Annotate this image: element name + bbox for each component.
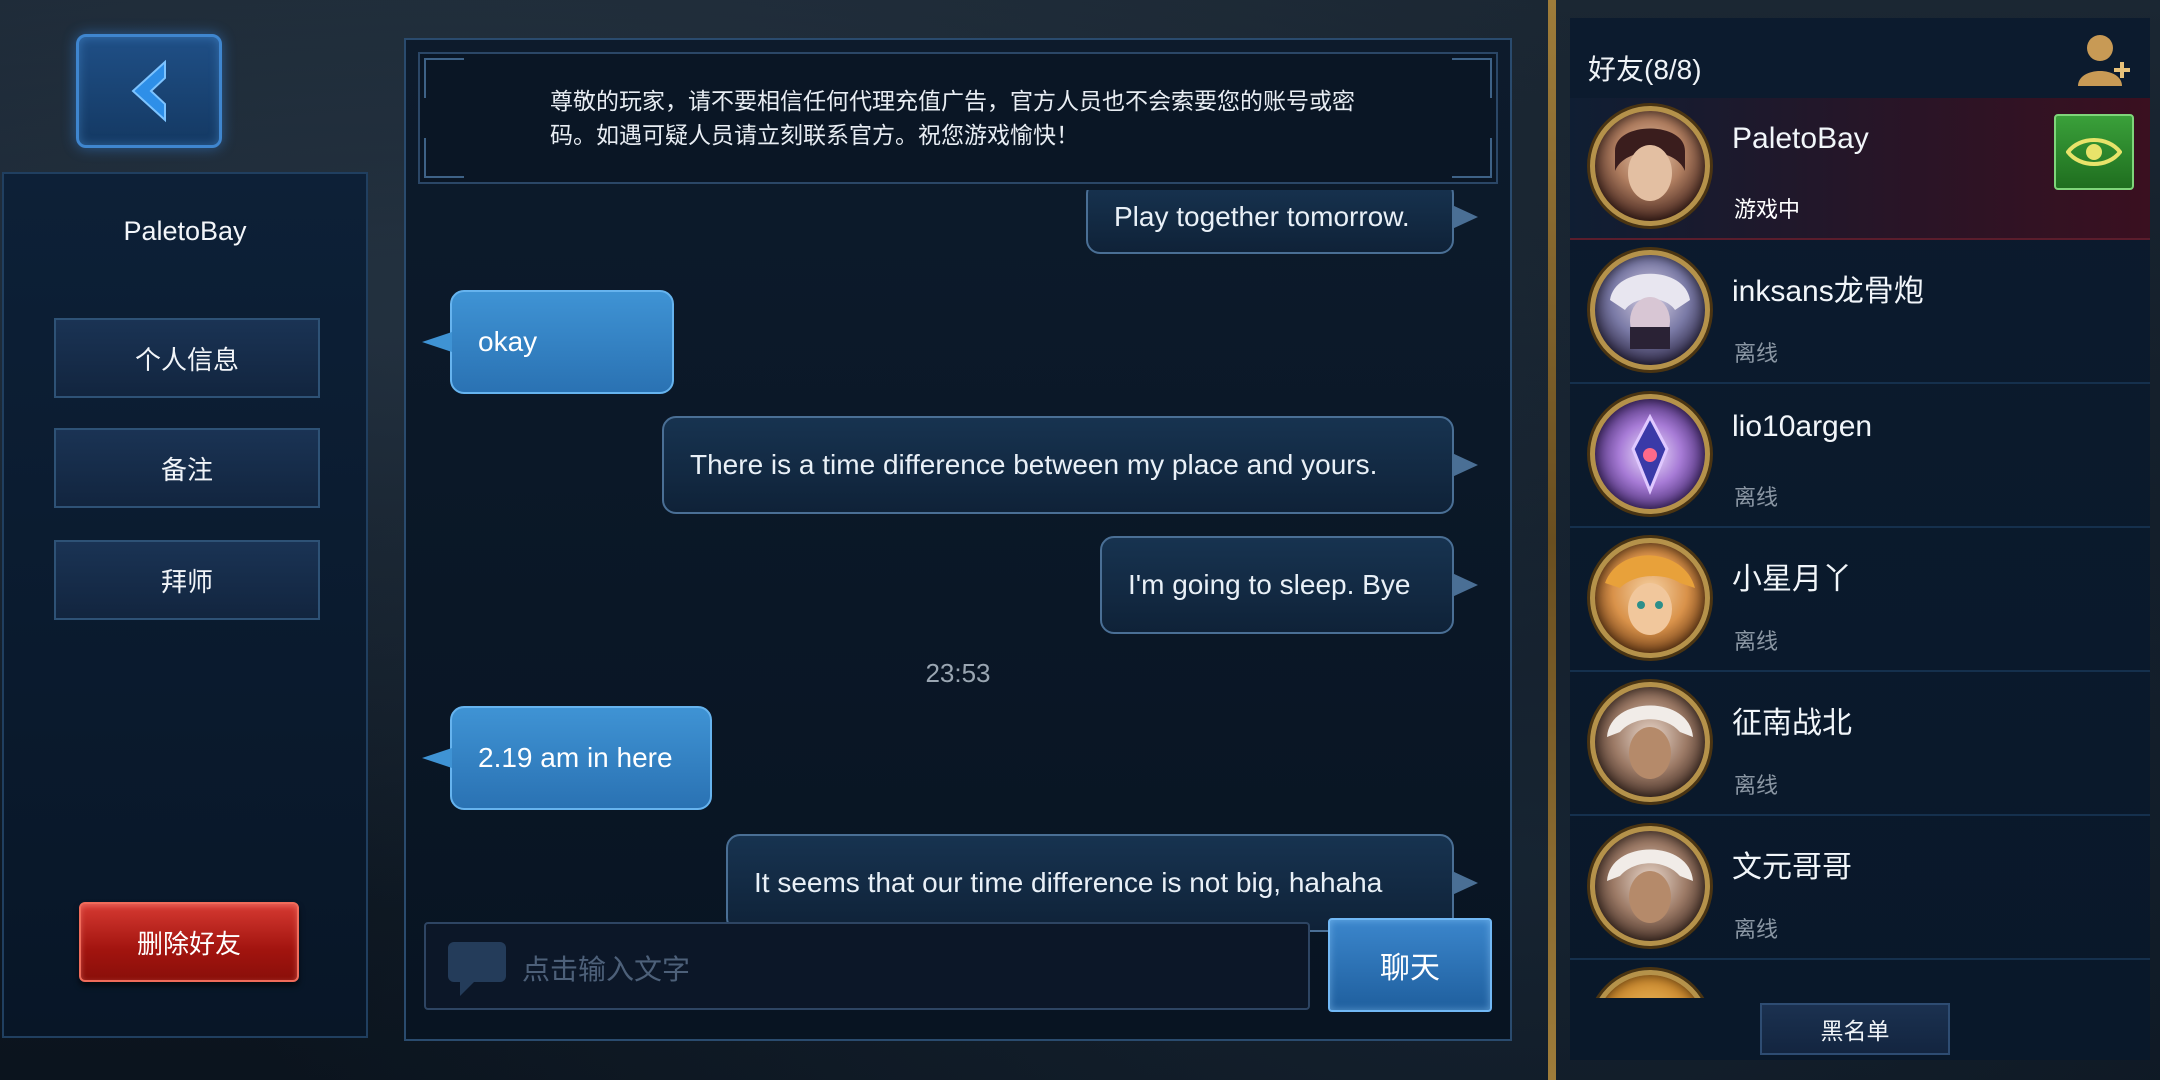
friend-status: 离线: [1734, 341, 1779, 366]
avatar: [1590, 538, 1710, 658]
chat-panel: 尊敬的玩家，请不要相信任何代理充值广告，官方人员也不会索要您的账号或密码。如遇可…: [404, 38, 1512, 1041]
panel-divider: [1548, 0, 1556, 1080]
friend-name: lio10argen: [1732, 410, 1873, 443]
mentor-button[interactable]: 拜师: [54, 540, 320, 620]
input-placeholder: 点击输入文字: [522, 954, 691, 985]
avatar-portrait-icon: [1607, 705, 1693, 779]
avatar: [1590, 682, 1710, 802]
notice-banner: 尊敬的玩家，请不要相信任何代理充值广告，官方人员也不会索要您的账号或密码。如遇可…: [418, 52, 1498, 184]
message-list[interactable]: Play together tomorrow. okay There is a …: [406, 190, 1510, 934]
avatar-portrait-icon: [1615, 128, 1685, 201]
avatar-portrait-icon: [1610, 273, 1690, 349]
avatar: [1590, 826, 1710, 946]
avatar-portrait-icon: [1607, 849, 1693, 923]
friend-item[interactable]: 小星月丫 离线: [1570, 530, 2150, 672]
message-bubble-outgoing: There is a time difference between my pl…: [662, 416, 1478, 514]
friend-list[interactable]: PaletoBay 游戏中 inksans龙骨炮 离线 lio10argen 离…: [1570, 98, 2150, 998]
frame-corner: [1452, 138, 1492, 178]
friend-name: 征南战北: [1732, 707, 1852, 740]
eye-icon: [2066, 138, 2122, 166]
friend-name: 文元哥哥: [1732, 851, 1852, 884]
friends-title: 好友(8/8): [1588, 54, 1702, 85]
chevron-left-icon: [131, 59, 166, 123]
message-timestamp: 23:53: [925, 658, 991, 688]
friend-status: 离线: [1734, 485, 1779, 510]
message-input[interactable]: 点击输入文字: [424, 922, 1310, 1010]
spectate-button[interactable]: [2054, 114, 2134, 190]
friend-name: inksans龙骨炮: [1732, 275, 1924, 308]
friend-status: 游戏中: [1734, 197, 1801, 222]
delete-friend-button[interactable]: 删除好友: [79, 902, 299, 982]
remark-button[interactable]: 备注: [54, 428, 320, 508]
message-bubble-incoming: 2.19 am in here: [422, 706, 712, 810]
blacklist-button[interactable]: 黑名单: [1760, 1003, 1950, 1055]
friend-status: 离线: [1734, 773, 1779, 798]
friend-item[interactable]: lio10argen 离线: [1570, 386, 2150, 528]
friend-item[interactable]: 文元哥哥 离线: [1570, 818, 2150, 960]
profile-name: PaletoBay: [123, 216, 247, 246]
message-bubble-outgoing: Play together tomorrow.: [1086, 190, 1478, 254]
avatar-crystal-icon: [1631, 413, 1669, 495]
message-bubble-incoming: okay: [422, 290, 674, 394]
message-bubble-outgoing: I'm going to sleep. Bye: [1100, 536, 1478, 634]
send-chat-button[interactable]: 聊天: [1328, 918, 1492, 1012]
avatar-portrait-icon: [1605, 555, 1695, 635]
friend-status: 离线: [1734, 917, 1779, 942]
friend-item[interactable]: PaletoBay 游戏中: [1570, 98, 2150, 240]
friends-panel: 好友(8/8) PaletoBay 游戏中 inksans龙骨炮 离线 lio1…: [1570, 18, 2150, 1060]
profile-panel: PaletoBay 个人信息 备注 拜师 删除好友: [2, 172, 368, 1038]
avatar: [1590, 106, 1710, 226]
friend-name: 小星月丫: [1732, 563, 1852, 596]
friend-status: 离线: [1734, 629, 1779, 654]
add-friend-icon[interactable]: [2076, 30, 2132, 90]
avatar: [1590, 394, 1710, 514]
friend-item-partial[interactable]: [1570, 962, 2150, 998]
notice-text: 尊敬的玩家，请不要相信任何代理充值广告，官方人员也不会索要您的账号或密码。如遇可…: [550, 88, 1355, 148]
frame-corner: [1452, 58, 1492, 98]
avatar: [1590, 250, 1710, 370]
friend-item[interactable]: 征南战北 离线: [1570, 674, 2150, 816]
friend-item[interactable]: inksans龙骨炮 离线: [1570, 242, 2150, 384]
profile-info-button[interactable]: 个人信息: [54, 318, 320, 398]
chat-bubble-icon: [448, 942, 506, 996]
friend-name: PaletoBay: [1732, 122, 1869, 155]
frame-corner: [424, 58, 464, 98]
back-button[interactable]: [76, 34, 222, 148]
chat-screen: PaletoBay 个人信息 备注 拜师 删除好友 尊敬的玩家，请不要相信任何代…: [0, 0, 2160, 1080]
avatar: [1590, 970, 1710, 998]
frame-corner: [424, 138, 464, 178]
